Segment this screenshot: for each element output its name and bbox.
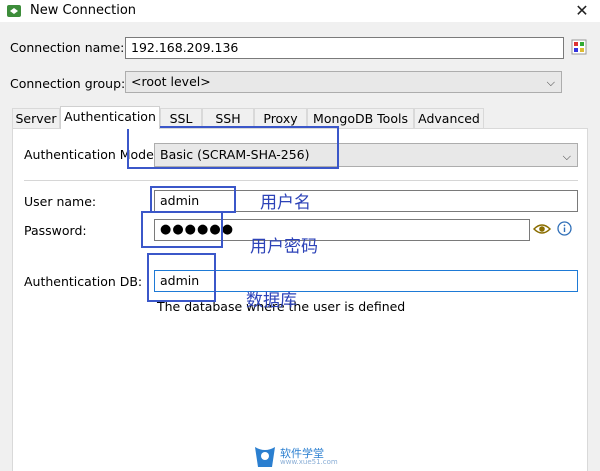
auth-db-input[interactable]: admin: [154, 270, 578, 292]
close-button[interactable]: ✕: [570, 0, 594, 22]
title-bar: New Connection ✕: [0, 0, 600, 22]
window-title: New Connection: [30, 3, 137, 18]
user-name-label: User name:: [24, 194, 97, 209]
chevron-down-icon: ⌵: [546, 76, 555, 89]
tab-mongodb-tools[interactable]: MongoDB Tools: [307, 108, 414, 128]
annotation-db: 数据库: [246, 291, 297, 311]
watermark-logo-icon: [255, 447, 275, 467]
tab-advanced[interactable]: Advanced: [414, 108, 484, 128]
connection-group-label: Connection group:: [10, 76, 126, 91]
chevron-down-icon: ⌵: [562, 150, 571, 163]
tab-server[interactable]: Server: [12, 108, 60, 128]
annotation-box-user: [150, 186, 236, 213]
connection-name-label: Connection name:: [10, 40, 125, 55]
annotation-box-db: [147, 253, 216, 302]
tab-proxy[interactable]: Proxy: [254, 108, 307, 128]
connection-name-input[interactable]: 192.168.209.136: [125, 37, 564, 59]
tab-ssh[interactable]: SSH: [202, 108, 254, 128]
eye-icon[interactable]: [533, 222, 551, 236]
annotation-user: 用户名: [260, 193, 311, 213]
annotation-box-password: [141, 211, 223, 248]
watermark-url: www.xue51.com: [280, 458, 338, 466]
close-icon: ✕: [575, 1, 589, 20]
watermark: 软件学堂 www.xue51.com: [252, 443, 600, 471]
divider: [24, 180, 578, 181]
tab-authentication[interactable]: Authentication: [60, 106, 160, 129]
annotation-password: 用户密码: [250, 237, 318, 257]
app-icon: [7, 5, 21, 17]
annotation-box-auth-mode: [127, 126, 339, 169]
color-picker-icon[interactable]: [571, 39, 587, 55]
password-label: Password:: [24, 223, 87, 238]
auth-db-label: Authentication DB:: [24, 274, 143, 289]
connection-group-value: <root level>: [131, 74, 211, 89]
info-icon[interactable]: [557, 221, 572, 236]
connection-group-select[interactable]: <root level> ⌵: [125, 71, 562, 93]
tab-ssl[interactable]: SSL: [160, 108, 202, 128]
